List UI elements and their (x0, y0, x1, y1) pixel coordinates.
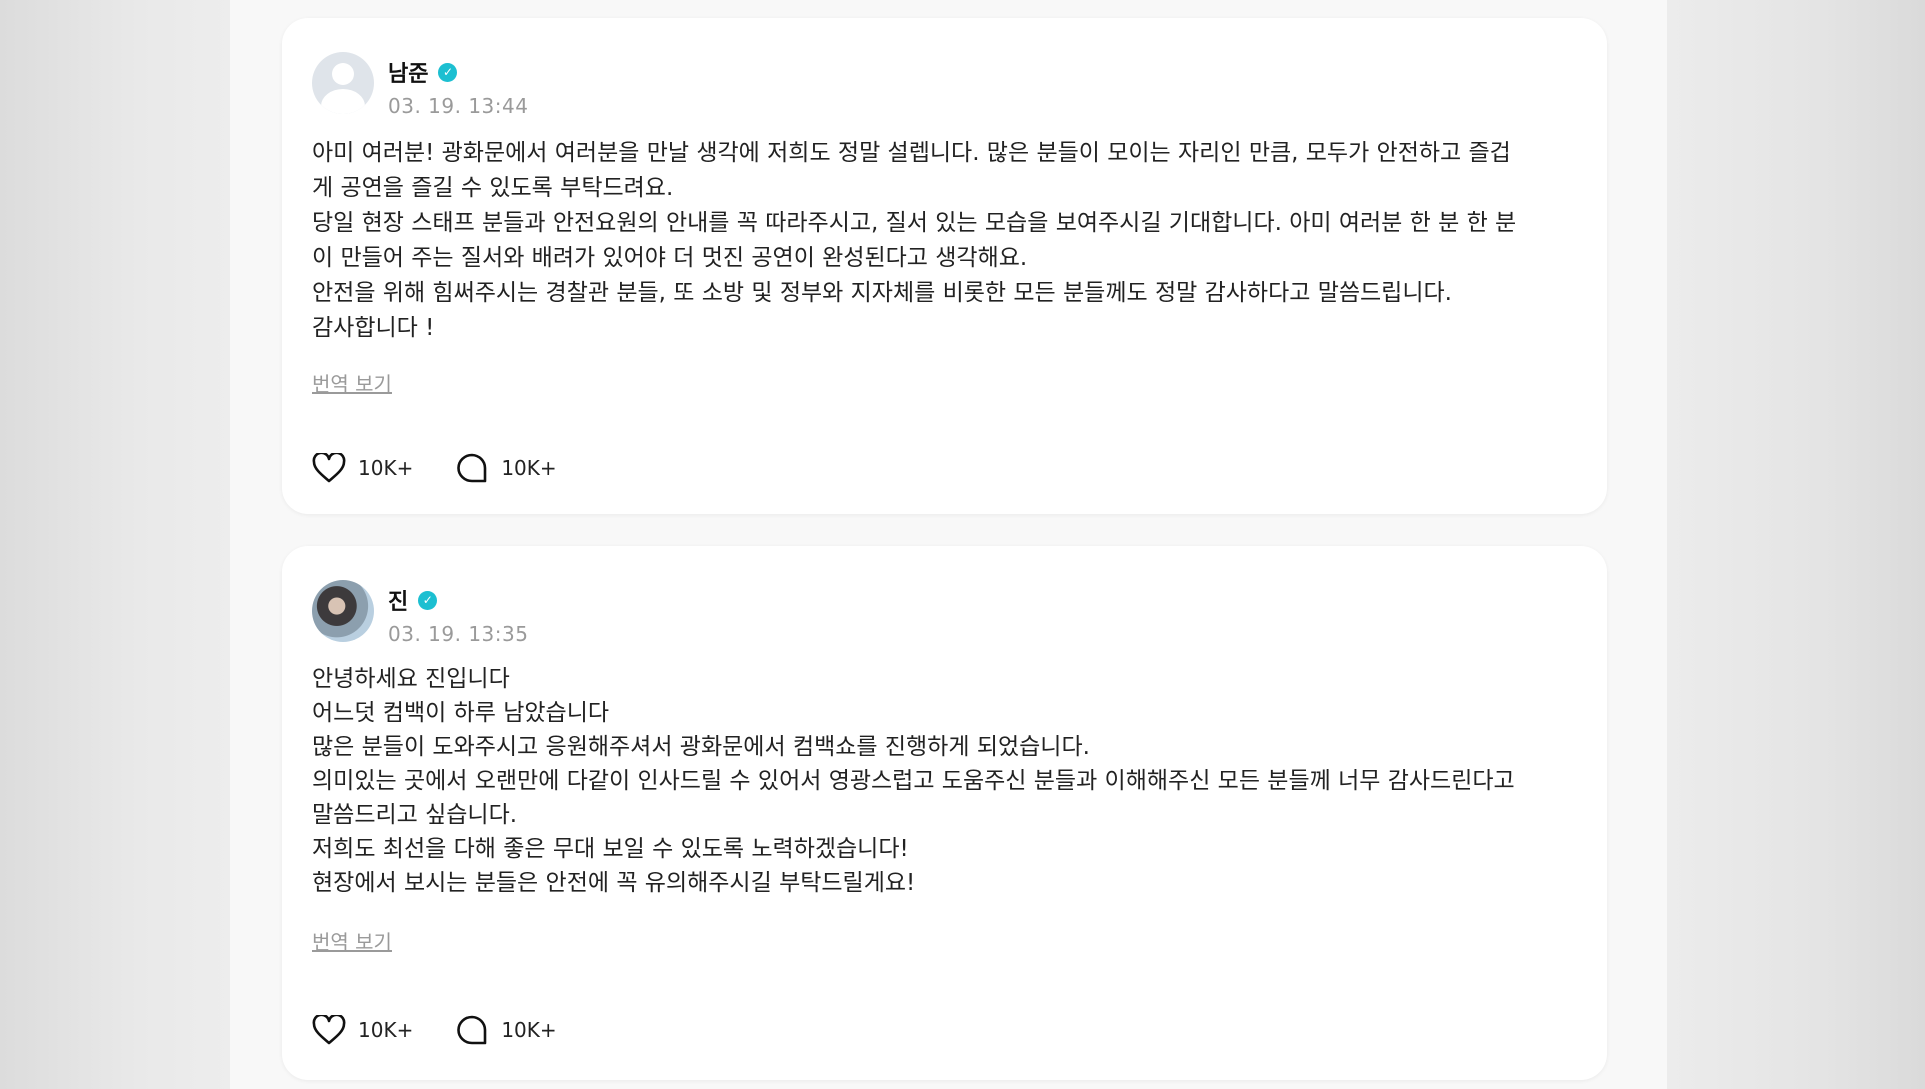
post-line: 감사합니다 ! (312, 315, 435, 341)
screen: 남준 ✓ 03. 19. 13:44 아미 여러분! 광화문에서 여러분을 만날… (0, 0, 1925, 1089)
post-line: 안녕하세요 진입니다 (312, 666, 510, 692)
like-button[interactable]: 10K+ (312, 1015, 413, 1045)
post-line: 안전을 위해 힘써주시는 경찰관 분들, 또 소방 및 정부와 지자체를 비롯한… (312, 280, 1452, 306)
post-header: 남준 ✓ 03. 19. 13:44 (312, 52, 528, 118)
post-line: 말씀드리고 싶습니다. (312, 802, 518, 828)
post-line: 어느덧 컴백이 하루 남았습니다 (312, 700, 610, 726)
name-row: 진 ✓ (388, 584, 528, 616)
name-row: 남준 ✓ (388, 56, 528, 88)
comment-count: 10K+ (501, 456, 557, 480)
post-body: 안녕하세요 진입니다 어느덧 컴백이 하루 남았습니다 많은 분들이 도와주시고… (312, 662, 1587, 900)
post-line: 현장에서 보시는 분들은 안전에 꼭 유의해주시길 부탁드릴게요! (312, 870, 916, 896)
post-card: 진 ✓ 03. 19. 13:35 안녕하세요 진입니다 어느덧 컴백이 하루 … (282, 546, 1607, 1080)
post-feed: 남준 ✓ 03. 19. 13:44 아미 여러분! 광화문에서 여러분을 만날… (230, 0, 1667, 1089)
post-header: 진 ✓ 03. 19. 13:35 (312, 580, 528, 646)
heart-icon (312, 453, 346, 483)
default-avatar-icon (332, 63, 354, 85)
translate-link[interactable]: 번역 보기 (312, 926, 392, 955)
like-count: 10K+ (358, 456, 414, 480)
post-line: 저희도 최선을 다해 좋은 무대 보일 수 있도록 노력하겠습니다! (312, 836, 909, 862)
author-name[interactable]: 진 (388, 584, 408, 616)
comment-button[interactable]: 10K+ (455, 1014, 557, 1046)
like-button[interactable]: 10K+ (312, 453, 413, 483)
comment-button[interactable]: 10K+ (455, 452, 557, 484)
post-body: 아미 여러분! 광화문에서 여러분을 만날 생각에 저희도 정말 설렙니다. 많… (312, 136, 1587, 346)
post-line: 의미있는 곳에서 오랜만에 다같이 인사드릴 수 있어서 영광스럽고 도움주신 … (312, 768, 1515, 794)
post-card: 남준 ✓ 03. 19. 13:44 아미 여러분! 광화문에서 여러분을 만날… (282, 18, 1607, 514)
post-line: 당일 현장 스태프 분들과 안전요원의 안내를 꼭 따라주시고, 질서 있는 모… (312, 210, 1517, 236)
post-actions: 10K+ 10K+ (312, 1014, 599, 1046)
post-meta: 남준 ✓ 03. 19. 13:44 (388, 52, 528, 118)
post-meta: 진 ✓ 03. 19. 13:35 (388, 580, 528, 646)
comment-count: 10K+ (501, 1018, 557, 1042)
author-name[interactable]: 남준 (388, 56, 428, 88)
avatar[interactable] (312, 580, 374, 642)
right-background (1667, 0, 1925, 1089)
post-timestamp: 03. 19. 13:35 (388, 622, 529, 646)
translate-link[interactable]: 번역 보기 (312, 368, 392, 397)
comment-bubble-icon (457, 453, 487, 483)
comment-bubble-icon (457, 1015, 487, 1045)
left-background (0, 0, 230, 1089)
post-line: 이 만들어 주는 질서와 배려가 있어야 더 멋진 공연이 완성된다고 생각해요… (312, 245, 1028, 271)
like-count: 10K+ (358, 1018, 414, 1042)
post-line: 아미 여러분! 광화문에서 여러분을 만날 생각에 저희도 정말 설렙니다. 많… (312, 140, 1511, 166)
post-line: 많은 분들이 도와주시고 응원해주셔서 광화문에서 컴백쇼를 진행하게 되었습니… (312, 734, 1090, 760)
avatar[interactable] (312, 52, 374, 114)
heart-icon (312, 1015, 346, 1045)
post-line: 게 공연을 즐길 수 있도록 부탁드려요. (312, 175, 674, 201)
verified-badge-icon: ✓ (418, 590, 438, 610)
post-actions: 10K+ 10K+ (312, 452, 599, 484)
post-timestamp: 03. 19. 13:44 (388, 94, 529, 118)
verified-badge-icon: ✓ (438, 62, 458, 82)
